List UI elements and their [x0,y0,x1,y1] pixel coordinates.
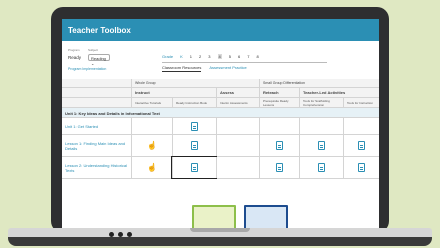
grade-6[interactable]: 6 [238,54,240,59]
grade-k[interactable]: K [180,54,183,59]
document-icon[interactable] [191,121,198,131]
program-control: Program Ready [68,48,81,60]
sub-header: Ready Instruction Book [172,98,216,107]
pointer-hand-icon[interactable]: ☝ [147,141,157,150]
table-row: Unit 1: Get Started [62,118,379,135]
grade-2[interactable]: 2 [199,54,201,59]
table-row: Lesson 1: Finding Main Ideas and Details… [62,135,379,157]
grade-divider [162,62,327,63]
document-icon[interactable] [358,163,365,172]
instruct-header: Instruct [131,88,216,97]
book-cover-thumbnail[interactable] [192,205,236,228]
document-icon[interactable] [191,141,198,150]
laptop-screen: Teacher Toolbox Program Ready Subject Re… [62,19,379,228]
document-icon[interactable] [276,141,283,150]
resource-tabs: Classroom Resources Assessment Practice [162,65,247,72]
sub-header: Tools for Instruction [343,98,379,107]
subject-select[interactable]: Reading ⌄ [88,54,110,66]
subject-label: Subject [88,48,99,52]
laptop-base-edge [8,237,432,246]
subject-control: Subject Reading ⌄ [88,48,110,66]
document-icon[interactable] [276,163,283,172]
group-header-row: Whole Group Small Group Differentiation [62,79,379,88]
sub-header: Interim Assessments [216,98,259,107]
book-thumbnails [192,205,288,228]
grade-3[interactable]: 3 [208,54,210,59]
grade-selector: Grade K 1 2 3 4 5 6 7 8 [162,54,259,59]
row-link[interactable]: Unit 1: Get Started [65,124,98,129]
column-header-row: Instruct Assess Reteach Teacher-Led Acti… [62,88,379,98]
tab-classroom-resources[interactable]: Classroom Resources [162,65,202,72]
grade-4[interactable]: 4 [217,54,222,59]
sub-header: Tools for Scaffolding Comprehension [299,98,343,107]
small-group-header: Small Group Differentiation [259,79,379,87]
unit-section-header: Unit 1: Key Ideas and Details in Informa… [62,108,379,118]
grade-5[interactable]: 5 [229,54,231,59]
row-link[interactable]: Lesson 2: Understanding Historical Texts [65,163,128,173]
resource-table: Whole Group Small Group Differentiation … [62,79,379,179]
whole-group-header: Whole Group [131,79,259,87]
program-implementation-link[interactable]: Program Implementation [68,67,106,71]
table-row: Lesson 2: Understanding Historical Texts… [62,156,379,179]
row-link[interactable]: Lesson 1: Finding Main Ideas and Details [65,141,128,151]
laptop-notch [190,228,250,232]
program-label: Program [68,48,80,52]
grade-8[interactable]: 8 [256,54,258,59]
sub-header: Prerequisite Ready Lessons [259,98,299,107]
program-value: Ready [68,55,82,60]
reteach-header: Reteach [259,88,299,97]
document-icon[interactable] [358,141,365,150]
sub-header-row: Interactive Tutorials Ready Instruction … [62,98,379,108]
assess-header: Assess [216,88,259,97]
app-header: Teacher Toolbox [62,19,379,41]
grade-1[interactable]: 1 [190,54,192,59]
subject-value: Reading [91,56,106,61]
teacher-led-header: Teacher-Led Activities [299,88,379,97]
pointer-hand-icon[interactable]: ☝ [147,163,157,172]
tab-assessment-practice[interactable]: Assessment Practice [209,65,246,72]
document-icon[interactable] [318,163,325,172]
book-cover-thumbnail[interactable] [244,205,288,228]
grade-7[interactable]: 7 [247,54,249,59]
sub-header: Interactive Tutorials [131,98,172,107]
carousel-dots[interactable] [109,232,132,237]
grade-label: Grade [162,54,174,59]
document-icon[interactable] [191,163,198,172]
document-icon[interactable] [318,141,325,150]
